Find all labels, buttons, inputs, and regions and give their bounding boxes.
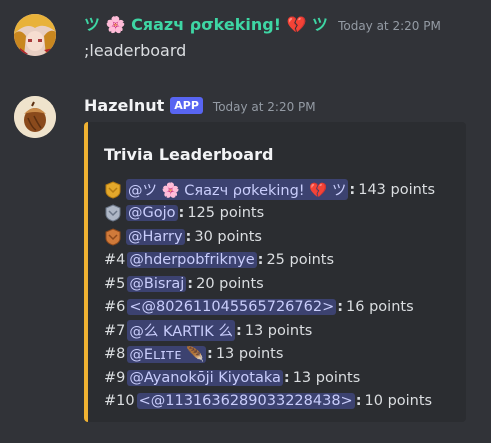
- rank-label: #6: [104, 299, 126, 316]
- app-badge: APP: [170, 97, 203, 114]
- silver-medal-icon: [104, 204, 122, 222]
- user-mention[interactable]: @Gojo: [126, 205, 178, 222]
- score-value: 20 points: [196, 275, 264, 292]
- separator-colon: :: [185, 228, 192, 245]
- leaderboard-row: #9 @Ayanokōji Kiyotaka:13 points: [104, 366, 435, 390]
- user-mention[interactable]: @么 KARTIK 么: [127, 320, 235, 342]
- score-value: 30 points: [194, 228, 262, 245]
- separator-colon: :: [187, 275, 194, 292]
- bot-avatar[interactable]: [14, 96, 56, 138]
- separator-colon: :: [283, 369, 290, 386]
- message-content: ;leaderboard: [84, 41, 187, 60]
- embed-accent-bar: [84, 122, 88, 422]
- leaderboard-row: @Harry:30 points: [104, 225, 435, 249]
- header-line: Hazelnut APP Today at 2:20 PM: [84, 96, 316, 116]
- user-mention[interactable]: @Harry: [126, 228, 185, 245]
- separator-colon: :: [349, 181, 356, 198]
- user-mention[interactable]: @ツ 🌸 Cяazч ρσkeking! 💔 ツ: [126, 179, 349, 201]
- author-name[interactable]: ツ 🌸 Cяazч ρσkeking! 💔 ツ: [84, 11, 328, 35]
- separator-colon: :: [337, 299, 344, 316]
- timestamp: Today at 2:20 PM: [212, 100, 316, 114]
- user-avatar[interactable]: [14, 14, 56, 56]
- score-value: 25 points: [266, 252, 335, 269]
- leaderboard-list: @ツ 🌸 Cяazч ρσkeking! 💔 ツ:143 points @Goj…: [104, 178, 435, 413]
- score-value: 13 points: [215, 346, 284, 363]
- user-mention[interactable]: @Bisraj: [127, 275, 187, 292]
- separator-colon: :: [257, 252, 264, 269]
- leaderboard-row: #5 @Bisraj:20 points: [104, 272, 435, 296]
- user-mention[interactable]: @Ayanokōji Kiyotaka: [127, 369, 283, 386]
- rank-label: #4: [104, 252, 126, 269]
- score-value: 10 points: [364, 393, 433, 410]
- score-value: 13 points: [292, 369, 361, 386]
- leaderboard-row: #4 @hderpobfriknye:25 points: [104, 249, 435, 273]
- leaderboard-row: #7 @么 KARTIK 么:13 points: [104, 319, 435, 343]
- rank-label: #10: [104, 393, 135, 410]
- rank-label: #5: [104, 275, 126, 292]
- hazelnut-icon: [14, 96, 56, 138]
- user-mention[interactable]: @hderpobfriknye: [127, 252, 257, 269]
- leaderboard-row: #8 @Eʟɪᴛᴇ 🪶:13 points: [104, 343, 435, 367]
- separator-colon: :: [207, 346, 213, 363]
- score-value: 143 points: [358, 181, 436, 198]
- score-value: 13 points: [244, 322, 313, 339]
- leaderboard-embed: Trivia Leaderboard @ツ 🌸 Cяazч ρσkeking! …: [84, 122, 466, 422]
- user-mention[interactable]: @Eʟɪᴛᴇ 🪶: [127, 345, 206, 363]
- embed-title: Trivia Leaderboard: [104, 145, 274, 164]
- separator-colon: :: [355, 393, 362, 410]
- score-value: 125 points: [187, 205, 265, 222]
- gold-medal-icon: [104, 181, 122, 199]
- score-value: 16 points: [346, 299, 414, 316]
- author-name[interactable]: Hazelnut: [84, 96, 164, 115]
- separator-colon: :: [178, 205, 185, 222]
- leaderboard-row: #10 <@1131636289033228438>:10 points: [104, 390, 435, 414]
- separator-colon: :: [235, 322, 242, 339]
- timestamp: Today at 2:20 PM: [338, 19, 441, 33]
- anime-avatar-icon: [14, 14, 56, 56]
- leaderboard-row: @ツ 🌸 Cяazч ρσkeking! 💔 ツ:143 points: [104, 178, 435, 202]
- user-mention[interactable]: <@1131636289033228438>: [136, 393, 355, 410]
- rank-label: #8: [104, 346, 126, 363]
- leaderboard-row: @Gojo:125 points: [104, 202, 435, 226]
- user-mention[interactable]: <@802611045565726762>: [127, 299, 337, 316]
- rank-label: #9: [104, 369, 126, 386]
- rank-label: #7: [104, 322, 126, 339]
- header-line: ツ 🌸 Cяazч ρσkeking! 💔 ツ Today at 2:20 PM: [84, 11, 441, 35]
- bronze-medal-icon: [104, 228, 122, 246]
- leaderboard-row: #6 <@802611045565726762>:16 points: [104, 296, 435, 320]
